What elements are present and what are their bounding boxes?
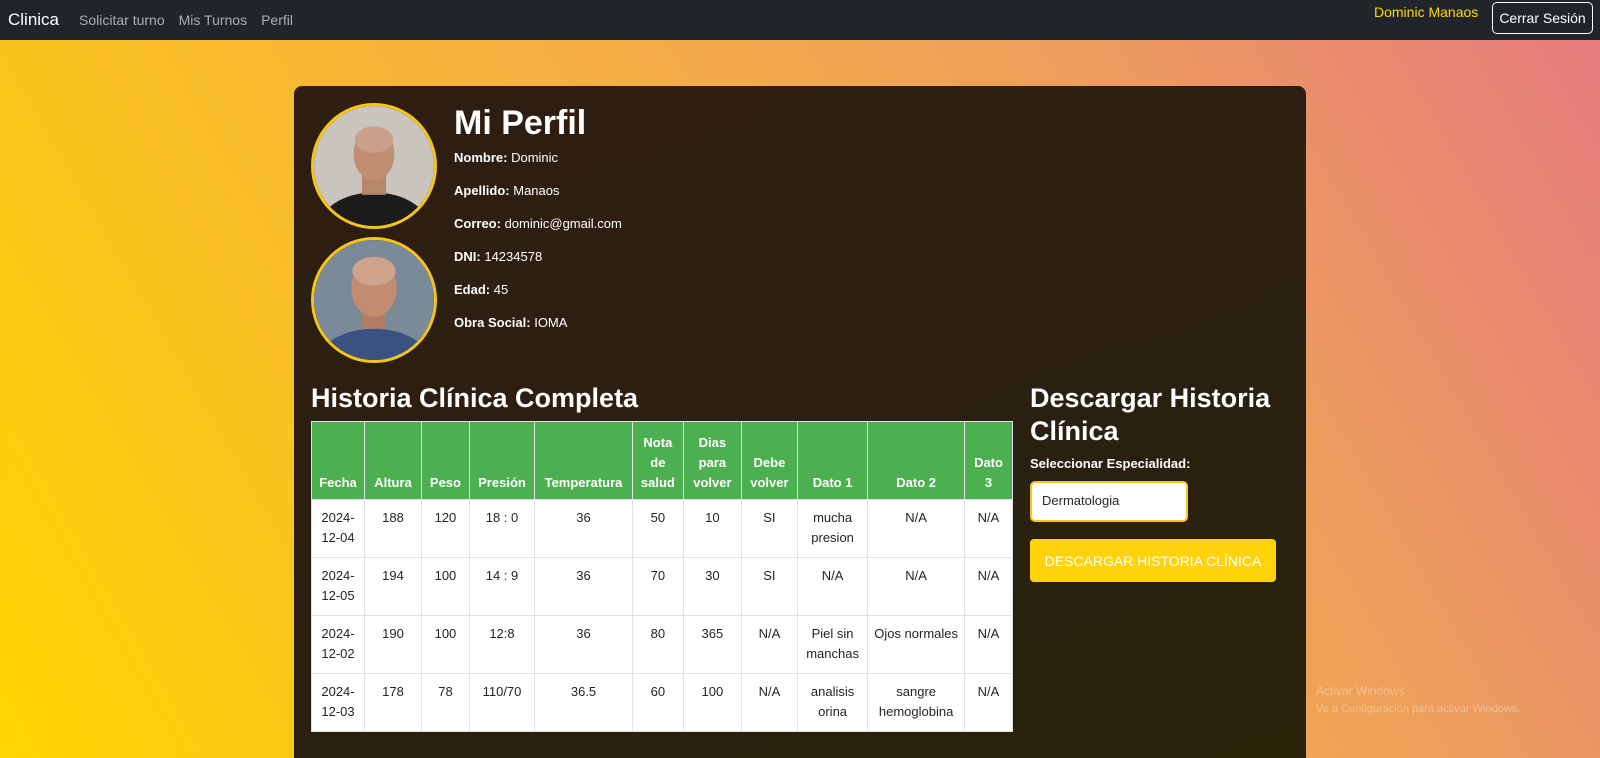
- user-name: Dominic Manaos: [1374, 4, 1479, 20]
- table-cell: 100: [682, 673, 742, 732]
- profile-photo-1: [314, 106, 434, 226]
- nav-perfil[interactable]: Perfil: [261, 12, 293, 28]
- info-correo: Correo: dominic@gmail.com: [454, 216, 622, 231]
- table-cell: analisis orina: [796, 673, 869, 732]
- watermark-subtitle: Ve a Configuración para activar Windows.: [1316, 703, 1521, 715]
- table-row: 2024-12-04 188 120 18 : 0 36 50 10 SI mu…: [311, 499, 1013, 558]
- header-nota-salud: Nota de salud: [631, 421, 684, 500]
- table-row: 2024-12-02 190 100 12:8 36 80 365 N/A Pi…: [311, 615, 1013, 674]
- table-cell: sangre hemoglobina: [867, 673, 966, 732]
- table-cell: mucha presion: [796, 499, 869, 558]
- field-label: Edad:: [454, 282, 491, 297]
- table-cell: N/A: [740, 673, 798, 732]
- field-value: IOMA: [534, 315, 568, 330]
- table-cell: SI: [740, 557, 798, 616]
- header-dias-volver: Dias para volver: [682, 421, 742, 500]
- avatar: [311, 103, 437, 229]
- table-row: 2024-12-03 178 78 110/70 36.5 60 100 N/A…: [311, 673, 1013, 732]
- table-cell: N/A: [796, 557, 869, 616]
- table-cell: N/A: [964, 557, 1013, 616]
- field-label: DNI:: [454, 249, 481, 264]
- table-cell: 30: [682, 557, 742, 616]
- specialty-label: Seleccionar Especialidad:: [1030, 456, 1191, 471]
- table-cell: N/A: [964, 673, 1013, 732]
- nav-mis-turnos[interactable]: Mis Turnos: [179, 12, 247, 28]
- table-cell: 120: [421, 499, 470, 558]
- profile-card: Mi Perfil Nombre: Dominic Apellido: Mana…: [294, 86, 1306, 758]
- field-label: Nombre:: [454, 150, 508, 165]
- info-edad: Edad: 45: [454, 282, 508, 297]
- table-cell: 78: [421, 673, 470, 732]
- table-cell: 100: [421, 557, 470, 616]
- header-presion: Presión: [468, 421, 536, 500]
- table-cell: 188: [363, 499, 423, 558]
- table-cell: 36: [534, 615, 633, 674]
- header-dato-2: Dato 2: [867, 421, 966, 500]
- history-table: Fecha Altura Peso Presión Temperatura No…: [311, 421, 1013, 732]
- table-cell: 18 : 0: [468, 499, 536, 558]
- field-value: dominic@gmail.com: [504, 216, 622, 231]
- table-header-row: Fecha Altura Peso Presión Temperatura No…: [311, 421, 1013, 500]
- table-cell: 50: [631, 499, 684, 558]
- field-value: 45: [493, 282, 509, 297]
- avatar: [311, 237, 437, 363]
- info-obra-social: Obra Social: IOMA: [454, 315, 567, 330]
- field-label: Apellido:: [454, 183, 510, 198]
- table-cell: 36: [534, 557, 633, 616]
- header-dato-3: Dato 3: [964, 421, 1013, 500]
- table-cell: 100: [421, 615, 470, 674]
- table-cell: Ojos normales: [867, 615, 966, 674]
- table-cell: N/A: [964, 615, 1013, 674]
- page-title: Mi Perfil: [454, 104, 587, 142]
- info-apellido: Apellido: Manaos: [454, 183, 559, 198]
- table-cell: 2024-12-02: [311, 615, 365, 674]
- table-cell: 12:8: [468, 615, 536, 674]
- table-cell: N/A: [867, 499, 966, 558]
- header-debe-volver: Debe volver: [740, 421, 798, 500]
- table-cell: 2024-12-04: [311, 499, 365, 558]
- field-label: Obra Social:: [454, 315, 531, 330]
- table-cell: 2024-12-03: [311, 673, 365, 732]
- table-cell: 36: [534, 499, 633, 558]
- header-dato-1: Dato 1: [796, 421, 869, 500]
- table-cell: 70: [631, 557, 684, 616]
- top-navbar: Clinica Solicitar turno Mis Turnos Perfi…: [0, 0, 1600, 40]
- table-cell: Piel sin manchas: [796, 615, 869, 674]
- table-cell: 2024-12-05: [311, 557, 365, 616]
- info-dni: DNI: 14234578: [454, 249, 542, 264]
- profile-photo-2: [314, 240, 434, 360]
- watermark-title: Activar Windows: [1316, 684, 1405, 698]
- field-label: Correo:: [454, 216, 501, 231]
- table-cell: 10: [682, 499, 742, 558]
- header-temperatura: Temperatura: [534, 421, 633, 500]
- history-title: Historia Clínica Completa: [311, 383, 639, 413]
- table-cell: N/A: [867, 557, 966, 616]
- table-cell: 194: [363, 557, 423, 616]
- table-cell: 80: [631, 615, 684, 674]
- table-cell: 36.5: [534, 673, 633, 732]
- table-cell: 365: [682, 615, 742, 674]
- header-peso: Peso: [421, 421, 470, 500]
- field-value: Dominic: [511, 150, 559, 165]
- table-cell: SI: [740, 499, 798, 558]
- header-fecha: Fecha: [311, 421, 365, 500]
- table-cell: 190: [363, 615, 423, 674]
- field-value: 14234578: [484, 249, 543, 264]
- table-cell: 110/70: [468, 673, 536, 732]
- info-nombre: Nombre: Dominic: [454, 150, 558, 165]
- logout-button[interactable]: Cerrar Sesión: [1492, 2, 1593, 34]
- header-altura: Altura: [363, 421, 423, 500]
- download-button[interactable]: DESCARGAR HISTORIA CLÍNICA: [1030, 539, 1276, 582]
- nav-solicitar-turno[interactable]: Solicitar turno: [79, 12, 165, 28]
- table-cell: N/A: [740, 615, 798, 674]
- field-value: Manaos: [513, 183, 560, 198]
- table-cell: 178: [363, 673, 423, 732]
- table-cell: 60: [631, 673, 684, 732]
- table-cell: N/A: [964, 499, 1013, 558]
- download-title: Descargar Historia Clínica: [1030, 383, 1271, 446]
- specialty-select[interactable]: Dermatologia: [1030, 481, 1188, 522]
- table-row: 2024-12-05 194 100 14 : 9 36 70 30 SI N/…: [311, 557, 1013, 616]
- table-cell: 14 : 9: [468, 557, 536, 616]
- brand-link[interactable]: Clinica: [8, 10, 59, 30]
